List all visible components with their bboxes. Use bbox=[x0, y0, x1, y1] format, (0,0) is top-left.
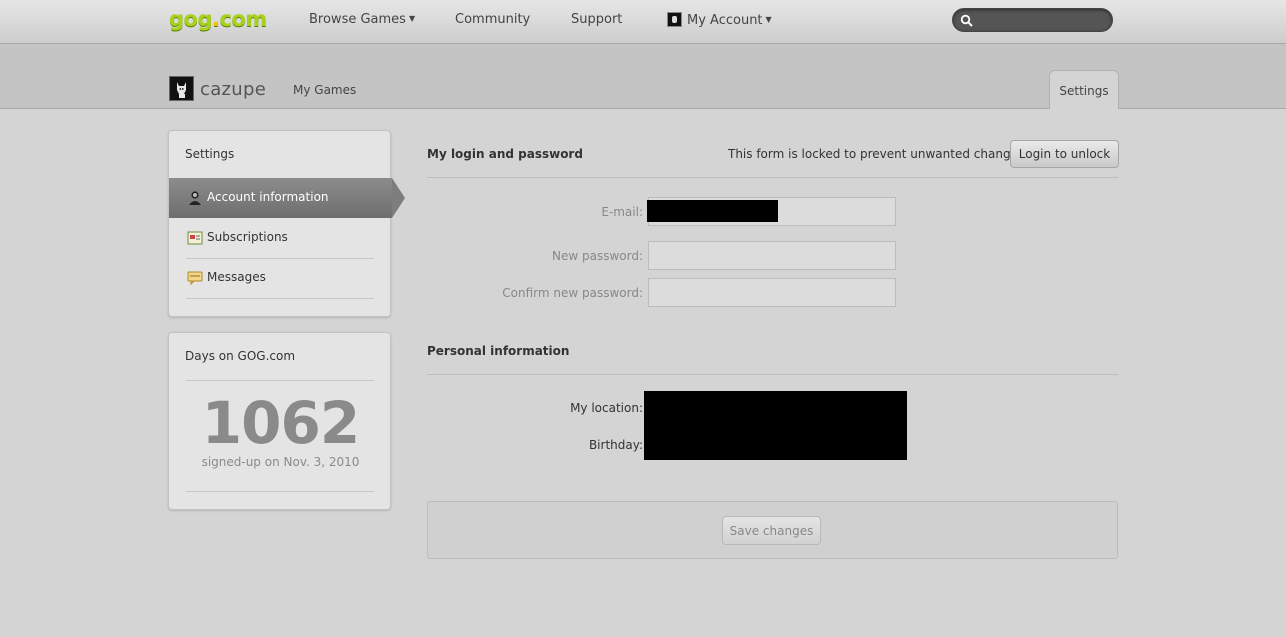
lock-message: This form is locked to prevent unwanted … bbox=[728, 147, 1029, 161]
redacted-personal-info bbox=[644, 391, 907, 460]
chevron-down-icon: ▼ bbox=[765, 15, 772, 24]
subscriptions-icon bbox=[187, 231, 203, 245]
tab-my-games[interactable]: My Games bbox=[293, 83, 356, 97]
sidebar-item-subscriptions[interactable]: Subscriptions bbox=[169, 218, 392, 258]
login-section-title: My login and password bbox=[427, 147, 583, 161]
save-changes-button[interactable]: Save changes bbox=[722, 516, 821, 545]
confirm-password-field[interactable] bbox=[648, 278, 896, 307]
birthday-label: Birthday: bbox=[588, 438, 643, 452]
divider bbox=[186, 491, 374, 492]
username: cazupe bbox=[200, 79, 267, 100]
location-label: My location: bbox=[570, 401, 643, 415]
confirm-password-label: Confirm new password: bbox=[502, 286, 643, 300]
sidebar-item-account-information[interactable]: Account information bbox=[169, 178, 405, 218]
user-avatar[interactable] bbox=[169, 76, 194, 101]
messages-icon bbox=[187, 271, 203, 285]
new-password-label: New password: bbox=[551, 249, 643, 263]
tab-settings[interactable]: Settings bbox=[1049, 70, 1119, 109]
new-password-field[interactable] bbox=[648, 241, 896, 270]
sidebar-item-label: Subscriptions bbox=[207, 230, 288, 244]
search-icon bbox=[960, 14, 973, 27]
redacted-email bbox=[647, 200, 778, 222]
days-count: 1062 bbox=[201, 389, 360, 457]
days-title: Days on GOG.com bbox=[185, 349, 296, 363]
divider bbox=[427, 374, 1118, 375]
divider bbox=[427, 177, 1118, 178]
days-on-gog-panel: Days on GOG.com 1062 signed-up on Nov. 3… bbox=[168, 332, 391, 510]
sidebar-item-messages[interactable]: Messages bbox=[169, 258, 392, 298]
nav-community[interactable]: Community bbox=[455, 12, 530, 27]
gog-logo[interactable]: gog.com bbox=[169, 7, 267, 31]
signup-date: signed-up on Nov. 3, 2010 bbox=[201, 455, 360, 469]
divider bbox=[186, 380, 374, 381]
sidebar-title: Settings bbox=[185, 147, 235, 161]
login-to-unlock-button[interactable]: Login to unlock bbox=[1010, 140, 1119, 168]
sidebar-item-label: Account information bbox=[207, 190, 329, 204]
search-input[interactable] bbox=[952, 8, 1113, 32]
chevron-down-icon: ▼ bbox=[408, 14, 416, 23]
settings-sidebar: Settings Account information Subscriptio… bbox=[168, 130, 405, 317]
cat-icon bbox=[177, 82, 186, 98]
top-nav: gog.com Browse Games ▼ Community Support … bbox=[0, 0, 1286, 44]
nav-support[interactable]: Support bbox=[571, 12, 622, 27]
email-field[interactable] bbox=[647, 197, 896, 226]
account-icon bbox=[189, 191, 201, 205]
email-label: E-mail: bbox=[601, 205, 643, 219]
divider bbox=[186, 298, 374, 299]
nav-browse-games[interactable]: Browse Games ▼ bbox=[309, 12, 415, 27]
nav-my-account[interactable]: My Account ▼ bbox=[667, 12, 772, 28]
personal-section-title: Personal information bbox=[427, 344, 570, 358]
sidebar-item-label: Messages bbox=[207, 270, 266, 284]
avatar bbox=[667, 12, 682, 27]
